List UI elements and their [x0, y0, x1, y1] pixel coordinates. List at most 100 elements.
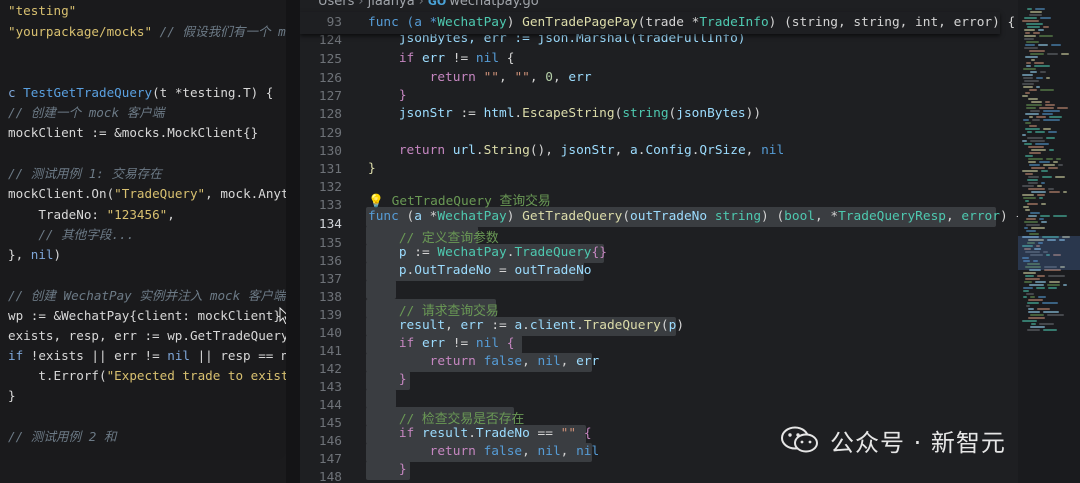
- minimap-stroke: [1036, 116, 1046, 118]
- minimap-stroke: [1031, 167, 1045, 169]
- line-number: 138: [318, 290, 342, 305]
- minimap-stroke: [1057, 107, 1068, 109]
- line-number: 93: [326, 15, 342, 30]
- minimap-stroke: [1038, 29, 1044, 31]
- minimap-stroke: [1045, 104, 1055, 106]
- minimap-stroke: [1030, 53, 1044, 55]
- minimap-stroke: [1028, 215, 1037, 217]
- minimap-stroke: [1025, 278, 1040, 280]
- minimap-stroke: [1039, 197, 1043, 199]
- minimap-stroke: [1028, 176, 1039, 178]
- minimap-stroke: [1056, 158, 1061, 160]
- line-number: 132: [318, 180, 342, 195]
- line-number: 139: [318, 308, 342, 323]
- minimap-stroke: [1023, 296, 1027, 298]
- minimap-stroke: [1023, 86, 1033, 88]
- minimap-stroke: [1024, 38, 1034, 40]
- pane-divider[interactable]: [286, 0, 300, 483]
- minimap-stroke: [1025, 128, 1040, 130]
- minimap-stroke: [1022, 20, 1039, 22]
- minimap-stroke: [1031, 323, 1036, 325]
- code-line: // 请求查询交易: [368, 304, 499, 319]
- minimap-stroke: [1028, 146, 1044, 148]
- selection-highlight: [366, 389, 396, 408]
- minimap-stroke: [1043, 311, 1059, 313]
- minimap[interactable]: [1018, 0, 1080, 483]
- minimap-stroke: [1025, 56, 1038, 58]
- code-line: 💡 GetTradeQuery 查询交易: [368, 194, 551, 209]
- line-number: 147: [318, 452, 342, 467]
- minimap-stroke: [1041, 221, 1047, 223]
- minimap-stroke: [1031, 59, 1035, 61]
- minimap-stroke: [1030, 212, 1040, 214]
- line-number: 128: [318, 107, 342, 122]
- go-file-icon: GO: [427, 0, 447, 8]
- minimap-stroke: [1035, 8, 1045, 10]
- minimap-stroke: [1039, 323, 1054, 325]
- selection-highlight: [366, 280, 396, 299]
- minimap-stroke: [1026, 62, 1031, 64]
- minimap-stroke: [1024, 143, 1032, 145]
- minimap-stroke: [1027, 179, 1038, 181]
- breadcrumb-item-file[interactable]: wechatpay.go: [449, 0, 538, 9]
- lightbulb-icon[interactable]: 💡: [368, 194, 384, 209]
- minimap-stroke: [1046, 137, 1055, 139]
- minimap-stroke: [1031, 227, 1045, 229]
- minimap-stroke: [1022, 140, 1027, 142]
- minimap-stroke: [1048, 167, 1058, 169]
- minimap-stroke: [1023, 68, 1036, 70]
- minimap-stroke: [1028, 311, 1040, 313]
- minimap-stroke: [1048, 131, 1057, 133]
- minimap-stroke: [1063, 284, 1067, 286]
- breadcrumb-item-users[interactable]: Users: [318, 0, 354, 9]
- minimap-stroke: [1051, 44, 1061, 46]
- minimap-stroke: [1031, 191, 1046, 193]
- minimap-stroke: [1034, 65, 1050, 67]
- minimap-stroke: [1043, 110, 1060, 112]
- minimap-stroke: [1053, 161, 1058, 163]
- minimap-stroke: [1025, 209, 1030, 211]
- minimap-stroke: [1033, 32, 1040, 34]
- breadcrumb-item-user[interactable]: jiaanya: [368, 0, 415, 9]
- minimap-stroke: [1024, 80, 1039, 82]
- chat-code-line: t.Errorf("Expected trade to exist: [8, 368, 286, 383]
- sticky-scroll-header[interactable]: 93 func (a *WechatPay) GenTradePagePay(t…: [300, 12, 1015, 34]
- minimap-stroke: [1029, 14, 1042, 16]
- wechat-logo-icon: [781, 426, 818, 453]
- minimap-stroke: [1048, 188, 1054, 190]
- minimap-stroke: [1026, 293, 1034, 295]
- minimap-stroke: [1043, 26, 1049, 28]
- line-number: 125: [318, 52, 342, 67]
- chat-code-line: wp := &WechatPay{client: mockClient}: [8, 308, 281, 323]
- chat-code-pane[interactable]: "testing" "yourpackage/mocks" // 假设我们有一个…: [0, 0, 286, 460]
- chat-code-line: "testing": [8, 3, 77, 18]
- screen: "testing" "yourpackage/mocks" // 假设我们有一个…: [0, 0, 1080, 483]
- minimap-stroke: [1039, 107, 1054, 109]
- minimap-stroke: [1043, 164, 1055, 166]
- code-editor[interactable]: Users › jiaanya › GO wechatpay.go 124 jsonByt…: [300, 0, 1080, 483]
- minimap-stroke: [1027, 329, 1040, 331]
- minimap-stroke: [1036, 287, 1045, 289]
- minimap-stroke: [1027, 137, 1043, 139]
- code-line: func (a *WechatPay) GenTradePagePay(trad…: [368, 15, 1016, 30]
- minimap-stroke: [1040, 215, 1050, 217]
- code-line: }: [368, 462, 407, 477]
- minimap-stroke: [1029, 152, 1041, 154]
- minimap-stroke: [1025, 92, 1030, 94]
- minimap-viewport[interactable]: [1018, 236, 1080, 270]
- minimap-stroke: [1022, 134, 1026, 136]
- minimap-stroke: [1037, 194, 1045, 196]
- minimap-stroke: [1025, 200, 1029, 202]
- line-number: 127: [318, 89, 342, 104]
- minimap-stroke: [1037, 185, 1042, 187]
- minimap-stroke: [1023, 290, 1029, 292]
- minimap-stroke: [1048, 287, 1057, 289]
- chat-code-line: "yourpackage/mocks" // 假设我们有一个 mo: [8, 24, 286, 39]
- minimap-stroke: [1027, 302, 1039, 304]
- minimap-stroke: [1043, 119, 1060, 121]
- minimap-stroke: [1047, 284, 1060, 286]
- minimap-stroke: [1032, 119, 1040, 121]
- minimap-stroke: [1025, 122, 1031, 124]
- minimap-stroke: [1023, 119, 1029, 121]
- minimap-stroke: [1022, 95, 1028, 97]
